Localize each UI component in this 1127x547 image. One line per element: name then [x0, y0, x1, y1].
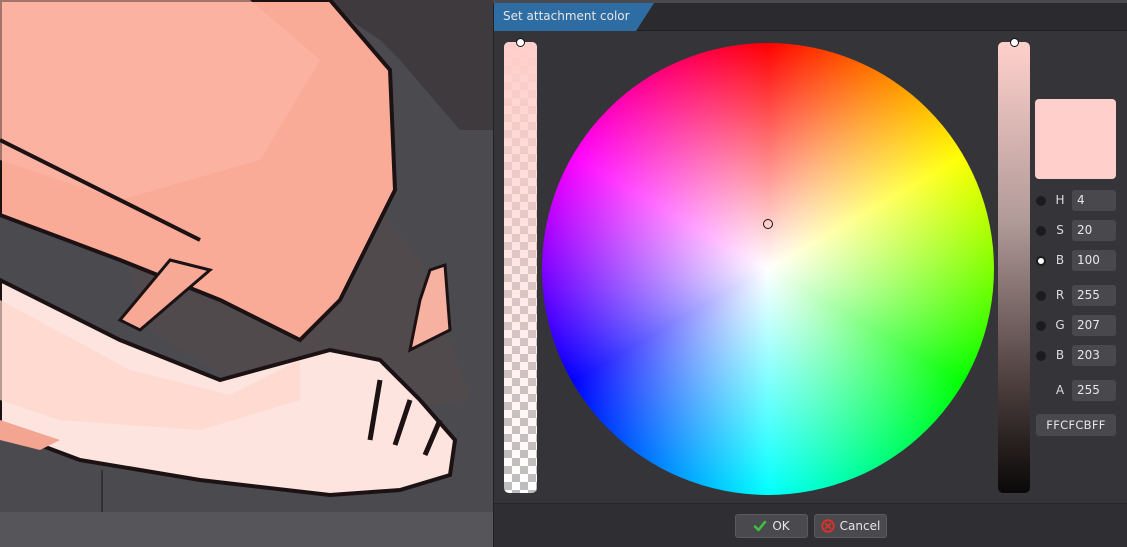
saturation-input[interactable]	[1072, 220, 1116, 241]
radio-blue[interactable]	[1036, 351, 1046, 361]
hex-input[interactable]	[1036, 414, 1116, 436]
radio-hue[interactable]	[1036, 196, 1046, 206]
brightness-slider-handle[interactable]	[1009, 38, 1019, 47]
field-row-alpha: A	[1034, 380, 1124, 402]
cancel-icon	[820, 519, 835, 533]
ok-button[interactable]: OK	[735, 514, 808, 538]
label-hue: H	[1055, 193, 1065, 207]
red-input[interactable]	[1072, 285, 1116, 306]
alpha-gradient	[504, 42, 537, 493]
green-input[interactable]	[1072, 315, 1116, 336]
label-red: R	[1055, 288, 1065, 302]
blue-input[interactable]	[1072, 345, 1116, 366]
label-blue: B	[1055, 348, 1065, 362]
field-row-saturation: S	[1034, 220, 1124, 242]
field-row-green: G	[1034, 315, 1124, 337]
radio-red[interactable]	[1036, 291, 1046, 301]
alpha-slider-handle[interactable]	[516, 38, 525, 47]
dialog-button-bar: OK Cancel	[494, 503, 1127, 547]
canvas-viewport	[0, 0, 493, 547]
check-icon	[754, 520, 767, 532]
radio-saturation[interactable]	[1036, 226, 1046, 236]
artwork-preview	[0, 0, 493, 547]
field-row-brightness: B	[1034, 250, 1124, 272]
color-wheel-handle[interactable]	[763, 219, 773, 229]
dialog-title: Set attachment color	[503, 9, 630, 23]
label-brightness: B	[1055, 253, 1065, 267]
alpha-slider[interactable]	[504, 42, 537, 493]
brightness-input[interactable]	[1072, 250, 1116, 271]
field-row-blue: B	[1034, 345, 1124, 367]
color-wheel[interactable]	[542, 43, 994, 495]
cancel-button-label: Cancel	[839, 519, 881, 533]
color-wheel-saturation-overlay	[542, 43, 994, 495]
hue-input[interactable]	[1072, 190, 1116, 211]
field-row-hue: H	[1034, 190, 1124, 212]
brightness-slider[interactable]	[998, 42, 1030, 493]
color-picker-dialog: Set attachment color H S B R G	[493, 3, 1127, 547]
cancel-button[interactable]: Cancel	[814, 514, 887, 538]
label-green: G	[1055, 318, 1065, 332]
ok-button-label: OK	[772, 519, 790, 533]
label-alpha: A	[1055, 383, 1065, 397]
color-preview-swatch	[1035, 99, 1116, 179]
field-row-red: R	[1034, 285, 1124, 307]
alpha-input[interactable]	[1072, 380, 1116, 401]
radio-green[interactable]	[1036, 321, 1046, 331]
label-saturation: S	[1056, 223, 1064, 237]
title-tab: Set attachment color	[494, 3, 654, 31]
dialog-titlebar: Set attachment color	[494, 3, 1127, 31]
radio-brightness[interactable]	[1036, 256, 1046, 266]
